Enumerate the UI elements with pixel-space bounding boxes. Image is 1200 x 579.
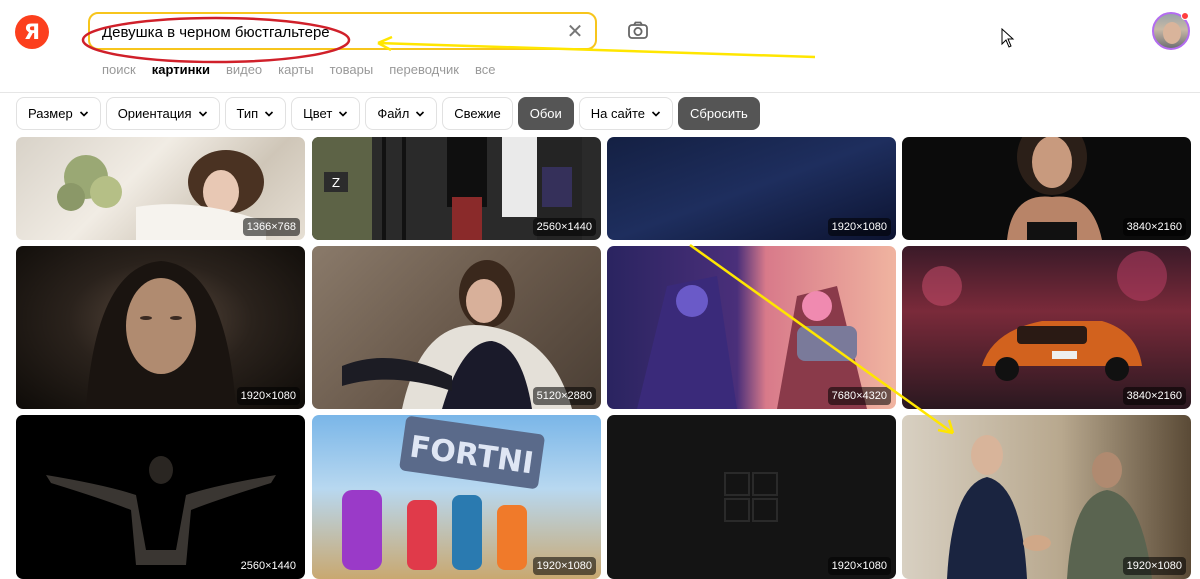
filter-wallpapers-label: Обои <box>529 106 562 121</box>
chevron-down-icon <box>651 110 661 117</box>
image-game-characters <box>637 276 867 409</box>
yandex-images-page: Я ✕ поиск картинки видео карты товары пе… <box>0 0 1200 579</box>
image-result[interactable]: 1920×1080 <box>607 137 896 240</box>
resolution-label: 3840×2160 <box>1122 218 1186 236</box>
filter-color[interactable]: Цвет <box>291 97 361 130</box>
search-input[interactable] <box>102 22 542 42</box>
image-result[interactable]: 3840×2160 <box>902 137 1191 240</box>
windows-logo-icon <box>724 472 778 522</box>
image-hooded-woman <box>86 261 236 409</box>
header-divider <box>0 92 1200 93</box>
filter-orientation[interactable]: Ориентация <box>105 97 220 130</box>
image-result[interactable]: 1366×768 <box>16 137 305 240</box>
notification-dot <box>1181 12 1189 20</box>
tab-maps[interactable]: карты <box>278 62 313 77</box>
resolution-label: 1920×1080 <box>1122 557 1186 575</box>
filter-color-label: Цвет <box>303 106 333 121</box>
tab-translator[interactable]: переводчик <box>389 62 459 77</box>
header: Я ✕ поиск картинки видео карты товары пе… <box>0 0 1200 92</box>
resolution-label: 1366×768 <box>242 218 300 236</box>
clear-search-button[interactable]: ✕ <box>563 20 587 44</box>
tab-all[interactable]: все <box>475 62 496 77</box>
filter-wallpapers[interactable]: Обои <box>517 97 574 130</box>
resolution-label: 3840×2160 <box>1122 387 1186 405</box>
image-muscular-back <box>46 456 276 565</box>
search-box: ✕ <box>88 12 597 50</box>
image-handshake <box>947 435 1152 579</box>
chevron-down-icon <box>339 110 348 117</box>
image-orange-car <box>922 251 1167 381</box>
filter-size-label: Размер <box>28 106 73 121</box>
resolution-label: 1920×1080 <box>827 557 891 575</box>
tab-search[interactable]: поиск <box>102 62 136 77</box>
service-tabs: поиск картинки видео карты товары перево… <box>102 62 511 77</box>
yandex-logo[interactable]: Я <box>15 15 49 49</box>
image-result[interactable]: FORTNI 1920×1080 <box>312 415 601 579</box>
filter-size[interactable]: Размер <box>16 97 101 130</box>
image-fortnite-art: FORTNI <box>342 416 545 570</box>
filter-bar: Размер Ориентация Тип Цвет Файл Свежие О… <box>16 97 760 130</box>
image-result[interactable]: 5120×2880 <box>312 246 601 409</box>
resolution-label: 1920×1080 <box>236 387 300 405</box>
resolution-label: 7680×4320 <box>827 387 891 405</box>
resolution-label: 5120×2880 <box>532 387 596 405</box>
avatar-face <box>1163 22 1181 44</box>
image-results-grid: 1366×768 Z 2560×1440 1920×1080 3840×2160 <box>0 137 1200 579</box>
resolution-label: 1920×1080 <box>827 218 891 236</box>
camera-search-icon[interactable] <box>626 18 650 42</box>
filter-file-label: Файл <box>377 106 410 121</box>
filter-file[interactable]: Файл <box>365 97 438 130</box>
chevron-down-icon <box>79 110 88 117</box>
filter-on-site[interactable]: На сайте <box>578 97 674 130</box>
filter-on-site-label: На сайте <box>590 106 646 121</box>
filter-orientation-label: Ориентация <box>117 106 192 121</box>
reset-filters-label: Сбросить <box>690 106 748 121</box>
image-result[interactable]: 1920×1080 <box>607 415 896 579</box>
chevron-down-icon <box>416 110 425 117</box>
filter-type[interactable]: Тип <box>224 97 287 130</box>
filter-fresh-label: Свежие <box>454 106 501 121</box>
image-woman-jacket <box>342 260 572 409</box>
svg-text:Z: Z <box>332 176 340 190</box>
chevron-down-icon <box>265 110 274 117</box>
tab-images[interactable]: картинки <box>152 62 210 77</box>
resolution-label: 1920×1080 <box>532 557 596 575</box>
mouse-cursor-icon <box>1001 28 1015 48</box>
image-result[interactable]: Z 2560×1440 <box>312 137 601 240</box>
resolution-label: 2560×1440 <box>532 218 596 236</box>
image-result[interactable]: 3840×2160 <box>902 246 1191 409</box>
chevron-down-icon <box>198 110 207 117</box>
resolution-label: 2560×1440 <box>236 557 300 575</box>
filter-type-label: Тип <box>236 106 259 121</box>
filter-fresh[interactable]: Свежие <box>442 97 513 130</box>
image-result[interactable]: 7680×4320 <box>607 246 896 409</box>
image-result[interactable]: 2560×1440 <box>16 415 305 579</box>
image-result[interactable]: 1920×1080 <box>902 415 1191 579</box>
reset-filters-button[interactable]: Сбросить <box>678 97 760 130</box>
image-result[interactable]: 1920×1080 <box>16 246 305 409</box>
tab-products[interactable]: товары <box>330 62 374 77</box>
tab-video[interactable]: видео <box>226 62 262 77</box>
